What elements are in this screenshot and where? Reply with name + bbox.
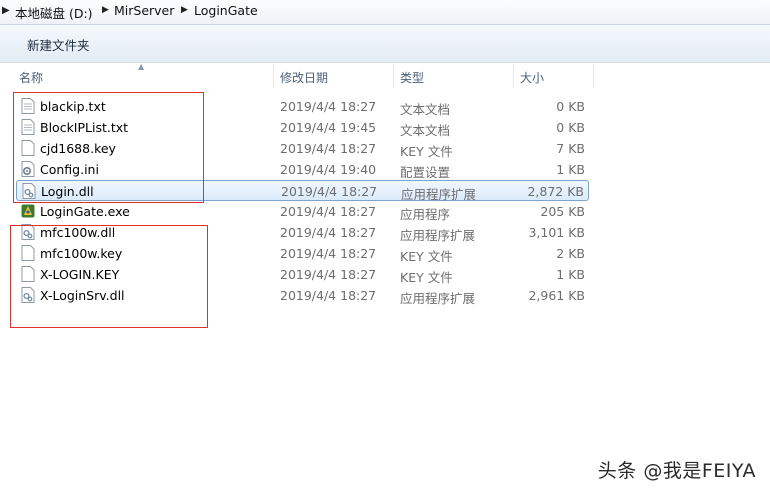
breadcrumb-logingate[interactable]: LoginGate	[194, 3, 258, 18]
breadcrumb-separator-icon[interactable]: ▶	[102, 5, 109, 15]
file-type: KEY 文件	[400, 144, 453, 159]
file-type: 配置设置	[400, 165, 451, 180]
sort-ascending-icon: ▲	[138, 62, 145, 71]
file-row-logingate-exe[interactable]: LoginGate.exe 2019/4/4 18:27 应用程序 205 KB	[16, 201, 589, 222]
file-date: 2019/4/4 18:27	[280, 141, 377, 156]
address-bar[interactable]: ▶ 本地磁盘 (D:) ▶ MirServer ▶ LoginGate	[0, 0, 770, 25]
file-name: LoginGate.exe	[40, 204, 130, 219]
annotation-box-top	[13, 92, 204, 203]
file-size: 2 KB	[556, 246, 585, 261]
breadcrumb-separator-icon[interactable]: ▶	[181, 5, 188, 15]
file-size: 1 KB	[556, 267, 585, 282]
column-date-header[interactable]: 修改日期	[280, 69, 328, 86]
file-date: 2019/4/4 19:40	[280, 162, 377, 177]
file-date: 2019/4/4 18:27	[281, 184, 378, 199]
file-type: 文本文档	[400, 123, 451, 138]
file-date: 2019/4/4 18:27	[280, 204, 377, 219]
file-type: 应用程序	[400, 207, 451, 222]
file-date: 2019/4/4 18:27	[280, 288, 377, 303]
file-type: KEY 文件	[400, 270, 453, 285]
watermark-text: 头条 @我是FEIYA	[597, 460, 756, 482]
column-divider[interactable]	[273, 65, 274, 87]
file-size: 3,101 KB	[528, 225, 585, 240]
file-date: 2019/4/4 19:45	[280, 120, 377, 135]
column-name-header[interactable]: 名称	[19, 69, 43, 86]
exe-file-icon	[21, 204, 35, 218]
column-size-header[interactable]: 大小	[520, 69, 544, 86]
annotation-box-bottom	[10, 225, 208, 328]
file-size: 1 KB	[556, 162, 585, 177]
file-date: 2019/4/4 18:27	[280, 225, 377, 240]
column-divider[interactable]	[593, 65, 594, 87]
file-size: 0 KB	[556, 120, 585, 135]
file-type: 应用程序扩展	[400, 291, 476, 306]
breadcrumb-mirserver[interactable]: MirServer	[114, 3, 174, 18]
file-type: 文本文档	[400, 102, 451, 117]
column-header: ▲ 名称 修改日期 类型 大小	[0, 62, 770, 89]
column-type-header[interactable]: 类型	[400, 69, 424, 86]
file-size: 7 KB	[556, 141, 585, 156]
address-expand-icon[interactable]: ▶	[2, 5, 10, 16]
new-folder-button[interactable]: 新建文件夹	[27, 35, 90, 54]
file-date: 2019/4/4 18:27	[280, 267, 377, 282]
column-divider[interactable]	[513, 65, 514, 87]
file-size: 2,961 KB	[528, 288, 585, 303]
file-type: KEY 文件	[400, 249, 453, 264]
file-date: 2019/4/4 18:27	[280, 246, 377, 261]
file-size: 0 KB	[556, 99, 585, 114]
file-size: 205 KB	[540, 204, 585, 219]
file-size: 2,872 KB	[527, 184, 584, 199]
column-divider[interactable]	[393, 65, 394, 87]
file-date: 2019/4/4 18:27	[280, 99, 377, 114]
toolbar: 新建文件夹	[0, 25, 770, 63]
breadcrumb-drive[interactable]: 本地磁盘 (D:)	[15, 3, 93, 22]
file-type: 应用程序扩展	[400, 228, 476, 243]
